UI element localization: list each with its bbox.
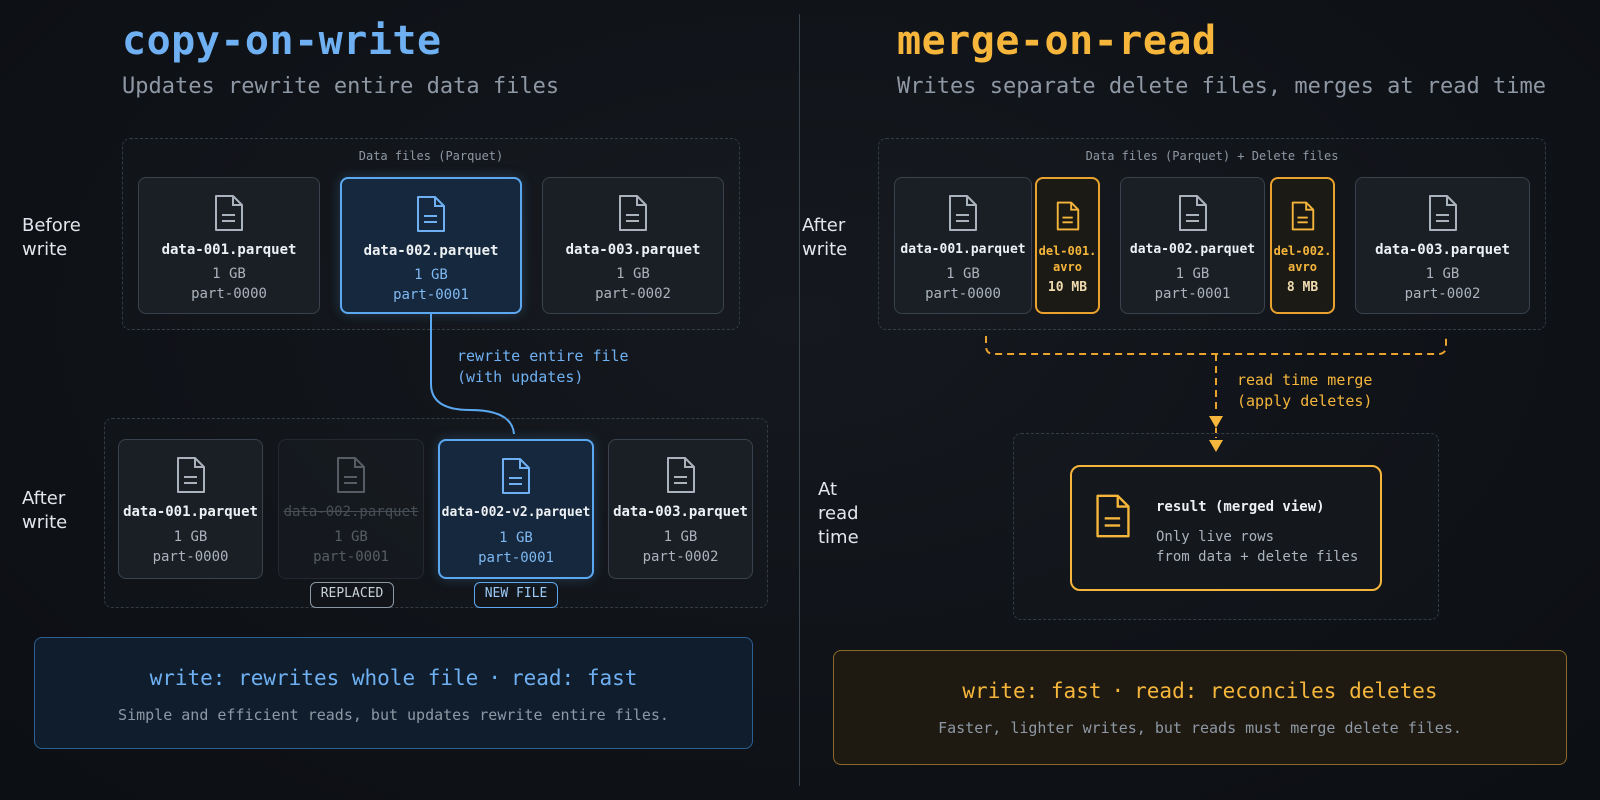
document-icon [502, 458, 530, 494]
mor-title: merge-on-read [897, 18, 1217, 64]
file-name: data-001.parquet [123, 504, 258, 520]
cow-summary-write: write: rewrites whole file [149, 666, 479, 690]
new-file-tag: NEW FILE [474, 582, 558, 608]
cow-before-file-2[interactable]: data-002.parquet 1 GB part-0001 [340, 177, 522, 314]
file-partition: part-0000 [152, 549, 229, 565]
delete-file-size: 8 MB [1286, 280, 1319, 295]
delete-file-name-line-2: avro [1288, 260, 1317, 274]
file-partition: part-0002 [595, 286, 671, 302]
file-size: 1 GB [1425, 266, 1460, 282]
mor-read-label: At read time [818, 479, 859, 548]
mor-summary-separator: · [1111, 679, 1125, 703]
cow-summary-read: read: fast [510, 666, 638, 690]
file-size: 1 GB [414, 267, 448, 283]
mor-summary-body: Faster, lighter writes, but reads must m… [938, 719, 1462, 737]
merged-result[interactable]: result (merged view) Only live rows from… [1070, 465, 1382, 591]
file-partition: part-0000 [925, 286, 1001, 302]
document-icon [337, 457, 365, 493]
mor-subtitle: Writes separate delete files, merges at … [897, 74, 1547, 99]
file-partition: part-0001 [1154, 286, 1231, 302]
section-divider [799, 14, 800, 786]
document-icon [666, 457, 695, 493]
cow-summary-separator: · [488, 666, 501, 690]
merge-annotation-line-2: (apply deletes) [1237, 392, 1373, 410]
document-icon [215, 195, 243, 231]
mor-group-label: Data files (Parquet) + Delete files [1085, 149, 1339, 163]
mor-delete-file-1[interactable]: del-001. avro 10 MB [1035, 177, 1100, 314]
merge-annotation-line-1: read time merge [1237, 371, 1373, 389]
file-name: data-002.parquet [283, 504, 419, 520]
file-name: data-003.parquet [613, 504, 748, 520]
file-size: 1 GB [946, 266, 980, 282]
delete-file-name: del-001. avro [1037, 243, 1098, 275]
delete-file-name: del-002. avro [1272, 243, 1333, 275]
file-size: 1 GB [499, 530, 533, 546]
file-name: data-003.parquet [1375, 242, 1510, 258]
cow-summary-headline: write: rewrites whole file · read: fast [35, 666, 752, 690]
file-name: data-003.parquet [565, 242, 701, 258]
mor-summary: write: fast · read: reconciles deletes Fas… [833, 650, 1567, 765]
delete-file-name-line-1: del-001. [1038, 244, 1097, 258]
document-icon [949, 195, 977, 231]
file-partition: part-0001 [478, 550, 554, 566]
cow-after-file-3[interactable]: data-003.parquet 1 GB part-0002 [608, 439, 753, 579]
file-partition: part-0001 [313, 549, 389, 565]
cow-before-file-3[interactable]: data-003.parquet 1 GB part-0002 [542, 177, 724, 314]
document-icon [619, 195, 647, 231]
delete-file-name-line-2: avro [1053, 260, 1082, 274]
rewrite-annotation: rewrite entire file (with updates) [457, 346, 629, 388]
cow-subtitle: Updates rewrite entire data files [122, 74, 560, 99]
file-name: data-002-v2.parquet [441, 505, 591, 520]
mor-data-file-3[interactable]: data-003.parquet 1 GB part-0002 [1355, 177, 1530, 314]
cow-group-label: Data files (Parquet) [358, 149, 504, 163]
document-icon [1056, 201, 1079, 231]
rewrite-annotation-line-1: rewrite entire file [457, 347, 629, 365]
mor-after-label: After write [802, 215, 848, 260]
merge-annotation: read time merge (apply deletes) [1237, 370, 1372, 412]
cow-summary-body: Simple and efficient reads, but updates … [118, 706, 669, 724]
result-description-line-1: Only live rows [1156, 529, 1275, 545]
file-name: data-002.parquet [363, 243, 499, 259]
file-partition: part-0000 [191, 286, 267, 302]
mor-summary-write: write: fast [962, 679, 1102, 703]
file-partition: part-0001 [393, 287, 469, 303]
mor-delete-file-2[interactable]: del-002. avro 8 MB [1270, 177, 1335, 314]
file-name: data-001.parquet [900, 242, 1026, 257]
cow-before-file-1[interactable]: data-001.parquet 1 GB part-0000 [138, 177, 320, 314]
mor-data-file-2[interactable]: data-002.parquet 1 GB part-0001 [1120, 177, 1265, 314]
file-size: 1 GB [334, 529, 368, 545]
replaced-tag: REPLACED [310, 582, 394, 608]
mor-summary-headline: write: fast · read: reconciles deletes [834, 679, 1566, 703]
mor-data-file-1[interactable]: data-001.parquet 1 GB part-0000 [894, 177, 1032, 314]
result-title: result (merged view) [1156, 499, 1325, 515]
cow-after-label: After write [22, 488, 68, 533]
file-size: 1 GB [663, 529, 698, 545]
document-icon [1291, 201, 1314, 231]
cow-after-file-new[interactable]: data-002-v2.parquet 1 GB part-0001 [438, 439, 594, 579]
file-size: 1 GB [173, 529, 208, 545]
file-partition: part-0002 [642, 549, 719, 565]
document-icon [1096, 494, 1130, 538]
file-name: data-002.parquet [1129, 242, 1256, 257]
rewrite-annotation-line-2: (with updates) [457, 368, 584, 386]
cow-after-file-2-replaced[interactable]: data-002.parquet 1 GB part-0001 [278, 439, 424, 579]
result-description: Only live rows from data + delete files [1156, 527, 1358, 567]
cow-before-label: Before write [22, 215, 81, 260]
file-partition: part-0002 [1404, 286, 1481, 302]
cow-summary: write: rewrites whole file · read: fast Si… [34, 637, 753, 749]
result-description-line-2: from data + delete files [1156, 549, 1359, 565]
mor-summary-read: read: reconciles deletes [1134, 679, 1438, 703]
cow-title: copy-on-write [122, 18, 442, 64]
delete-file-size: 10 MB [1047, 280, 1088, 295]
document-icon [1178, 195, 1207, 231]
delete-file-name-line-1: del-002. [1273, 244, 1332, 258]
document-icon [176, 457, 205, 493]
cow-after-file-1[interactable]: data-001.parquet 1 GB part-0000 [118, 439, 263, 579]
document-icon [417, 196, 445, 232]
file-size: 1 GB [1175, 266, 1210, 282]
file-size: 1 GB [212, 266, 246, 282]
file-size: 1 GB [616, 266, 650, 282]
document-icon [1428, 195, 1457, 231]
file-name: data-001.parquet [161, 242, 297, 258]
